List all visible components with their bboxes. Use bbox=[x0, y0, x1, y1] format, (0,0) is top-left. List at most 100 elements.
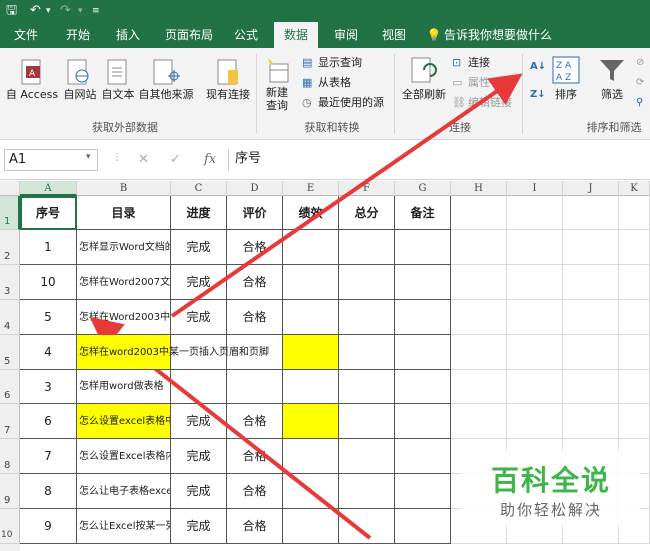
table-cell[interactable] bbox=[339, 509, 395, 544]
row-header[interactable]: 4 bbox=[0, 300, 20, 335]
column-header[interactable]: H bbox=[451, 181, 507, 196]
row-header[interactable]: 5 bbox=[0, 335, 20, 370]
empty-cell[interactable] bbox=[619, 404, 650, 439]
table-cell[interactable] bbox=[283, 370, 339, 404]
from-web-button[interactable]: 自网站 bbox=[60, 88, 100, 101]
table-cell[interactable]: 合格 bbox=[227, 265, 283, 300]
from-access-button[interactable]: 自 Access bbox=[2, 88, 62, 101]
empty-cell[interactable] bbox=[563, 265, 619, 300]
table-cell[interactable]: 合格 bbox=[227, 300, 283, 335]
empty-cell[interactable] bbox=[507, 196, 563, 230]
table-cell[interactable] bbox=[227, 370, 283, 404]
advanced-filter-icon[interactable]: ⚲ bbox=[636, 96, 643, 110]
tell-me-box[interactable]: 告诉我你想要做什么 bbox=[444, 22, 574, 48]
refresh-all-button[interactable]: 全部刷新 bbox=[398, 88, 450, 101]
connections-button[interactable]: 连接 bbox=[468, 56, 490, 70]
column-header[interactable]: A bbox=[20, 181, 77, 196]
table-cell[interactable]: 合格 bbox=[227, 474, 283, 509]
empty-cell[interactable] bbox=[451, 230, 507, 265]
empty-cell[interactable] bbox=[451, 404, 507, 439]
redo-icon[interactable]: ↷ bbox=[60, 1, 71, 21]
table-cell[interactable] bbox=[339, 370, 395, 404]
empty-cell[interactable] bbox=[563, 404, 619, 439]
empty-cell[interactable] bbox=[619, 230, 650, 265]
table-cell[interactable] bbox=[339, 474, 395, 509]
table-cell[interactable] bbox=[283, 509, 339, 544]
table-cell[interactable] bbox=[395, 335, 451, 370]
sort-ascending-icon[interactable]: A↓ bbox=[530, 60, 546, 74]
table-cell[interactable]: 怎么让电子表格exce bbox=[77, 474, 171, 509]
table-header-cell[interactable]: 绩效 bbox=[283, 196, 339, 230]
sort-button[interactable]: 排序 bbox=[550, 88, 582, 101]
table-cell[interactable] bbox=[395, 370, 451, 404]
empty-cell[interactable] bbox=[507, 370, 563, 404]
column-header[interactable]: K bbox=[619, 181, 650, 196]
from-text-button[interactable]: 自文本 bbox=[98, 88, 138, 101]
table-cell[interactable]: 合格 bbox=[227, 404, 283, 439]
table-cell[interactable] bbox=[395, 509, 451, 544]
table-cell[interactable]: 3 bbox=[20, 370, 77, 404]
empty-cell[interactable] bbox=[507, 404, 563, 439]
empty-cell[interactable] bbox=[563, 300, 619, 335]
row-header[interactable]: 8 bbox=[0, 439, 20, 474]
recent-sources-button[interactable]: 最近使用的源 bbox=[318, 96, 384, 110]
from-other-sources-button[interactable]: 自其他来源 bbox=[136, 88, 196, 101]
table-cell[interactable]: 完成 bbox=[171, 230, 227, 265]
table-header-cell[interactable]: 目录 bbox=[77, 196, 171, 230]
tab-formulas[interactable]: 公式 bbox=[226, 22, 266, 48]
sort-descending-icon[interactable]: Z↓ bbox=[530, 88, 546, 102]
table-cell[interactable] bbox=[283, 404, 339, 439]
empty-cell[interactable] bbox=[619, 265, 650, 300]
empty-cell[interactable] bbox=[619, 335, 650, 370]
tab-view[interactable]: 视图 bbox=[374, 22, 414, 48]
column-header[interactable]: C bbox=[171, 181, 227, 196]
table-cell[interactable]: 怎么设置Excel表格内 bbox=[77, 439, 171, 474]
column-header[interactable]: G bbox=[395, 181, 451, 196]
row-header[interactable]: 2 bbox=[0, 230, 20, 265]
empty-cell[interactable] bbox=[451, 335, 507, 370]
table-cell[interactable] bbox=[339, 300, 395, 335]
from-table-button[interactable]: 从表格 bbox=[318, 76, 351, 90]
existing-connections-button[interactable]: 现有连接 bbox=[202, 88, 254, 101]
tab-file[interactable]: 文件 bbox=[6, 22, 46, 48]
table-cell[interactable]: 怎样在Word2003中 bbox=[77, 300, 171, 335]
empty-cell[interactable] bbox=[451, 265, 507, 300]
table-cell[interactable]: 完成 bbox=[171, 509, 227, 544]
row-header[interactable]: 3 bbox=[0, 265, 20, 300]
table-cell[interactable]: 完成 bbox=[171, 404, 227, 439]
clear-filter-icon[interactable]: ⊘ bbox=[636, 56, 644, 70]
undo-icon[interactable]: ↶ bbox=[30, 1, 41, 21]
new-query-dropdown[interactable]: 查询 bbox=[260, 99, 294, 112]
table-cell[interactable] bbox=[395, 439, 451, 474]
table-cell[interactable]: 10 bbox=[20, 265, 77, 300]
new-query-label[interactable]: 新建 bbox=[260, 86, 294, 99]
row-header[interactable]: 1 bbox=[0, 196, 20, 230]
empty-cell[interactable] bbox=[563, 196, 619, 230]
row-header[interactable]: 9 bbox=[0, 474, 20, 509]
tab-page-layout[interactable]: 页面布局 bbox=[158, 22, 220, 48]
table-cell[interactable]: 合格 bbox=[227, 230, 283, 265]
filter-button[interactable]: 筛选 bbox=[594, 88, 630, 101]
table-cell[interactable]: 怎样显示Word文档的 bbox=[77, 230, 171, 265]
table-cell[interactable] bbox=[283, 230, 339, 265]
table-cell[interactable] bbox=[395, 300, 451, 335]
customize-icon[interactable]: ≡ bbox=[92, 1, 100, 21]
table-cell[interactable] bbox=[339, 404, 395, 439]
empty-cell[interactable] bbox=[451, 196, 507, 230]
undo-dropdown-icon[interactable]: ▾ bbox=[46, 1, 51, 21]
tab-insert[interactable]: 插入 bbox=[108, 22, 148, 48]
table-cell[interactable]: 怎样在word2003中某一页插入页眉和页脚 bbox=[77, 335, 269, 370]
table-cell[interactable]: 9 bbox=[20, 509, 77, 544]
select-all-corner[interactable] bbox=[0, 181, 20, 196]
table-cell[interactable]: 完成 bbox=[171, 474, 227, 509]
formula-input[interactable]: 序号 bbox=[228, 149, 650, 171]
table-cell[interactable] bbox=[395, 265, 451, 300]
table-cell[interactable] bbox=[283, 300, 339, 335]
table-cell[interactable]: 8 bbox=[20, 474, 77, 509]
empty-cell[interactable] bbox=[619, 370, 650, 404]
row-header[interactable]: 6 bbox=[0, 370, 20, 404]
edit-links-button[interactable]: 编辑链接 bbox=[468, 96, 512, 110]
table-cell[interactable]: 7 bbox=[20, 439, 77, 474]
empty-cell[interactable] bbox=[507, 335, 563, 370]
table-header-cell[interactable]: 评价 bbox=[227, 196, 283, 230]
